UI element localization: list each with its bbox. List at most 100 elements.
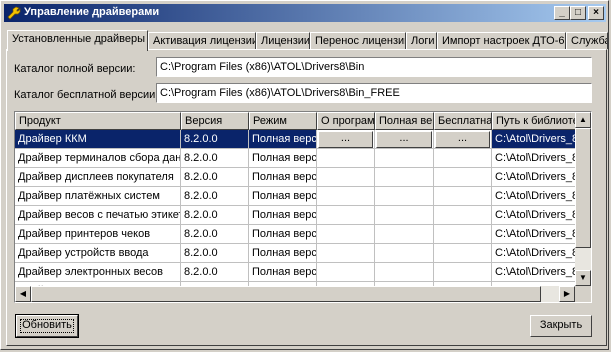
tab-service[interactable]: Служба: [566, 32, 608, 49]
about-cell: [317, 149, 375, 168]
full-catalog-input[interactable]: [156, 57, 592, 77]
free-version-cell: [434, 263, 492, 282]
about-cell: [317, 244, 375, 263]
about-cell: [317, 225, 375, 244]
cell-library-path[interactable]: C:\Atol\Drivers_8\: [492, 225, 582, 244]
column-header-about[interactable]: О программе: [317, 112, 375, 130]
full-catalog-label: Каталог полной версии:: [14, 63, 136, 75]
about-cell: [317, 187, 375, 206]
table-row[interactable]: Драйвер терминалов сбора данных8.2.0.0По…: [15, 149, 582, 168]
cell-product[interactable]: Драйвер терминалов сбора данных: [15, 149, 181, 168]
vertical-scroll-thumb[interactable]: [575, 128, 591, 248]
full-version-cell: ...: [375, 130, 434, 149]
cell-library-path[interactable]: C:\Atol\Drivers_8\: [492, 149, 582, 168]
maximize-button[interactable]: □: [570, 6, 586, 20]
cell-product[interactable]: Драйвер устройств ввода: [15, 244, 181, 263]
cell-product[interactable]: Драйвер дисплеев покупателя: [15, 168, 181, 187]
tab-import-dto6[interactable]: Импорт настроек ДТО-6: [437, 32, 566, 49]
scroll-left-button[interactable]: ◀: [15, 286, 31, 302]
cell-product[interactable]: Драйвер ККМ: [15, 130, 181, 149]
tab-licenses[interactable]: Лицензии: [256, 32, 310, 49]
column-header-product[interactable]: Продукт: [15, 112, 181, 130]
free-catalog-input[interactable]: [156, 83, 592, 103]
column-header-free[interactable]: Бесплатная: [434, 112, 492, 130]
cell-version[interactable]: 8.2.0.0: [181, 149, 249, 168]
tab-license-transfer[interactable]: Перенос лицензии: [310, 32, 406, 49]
cell-mode[interactable]: Полная версия: [249, 225, 317, 244]
horizontal-scrollbar[interactable]: ◀ ▶: [15, 286, 575, 302]
close-window-button[interactable]: ×: [588, 6, 604, 20]
cell-mode[interactable]: Полная версия: [249, 168, 317, 187]
cell-product[interactable]: Драйвер принтеров чеков: [15, 225, 181, 244]
close-button[interactable]: Закрыть: [530, 315, 592, 337]
driver-manager-window: Управление драйверами _ □ × Установленны…: [0, 0, 609, 350]
cell-library-path[interactable]: C:\Atol\Drivers_8\: [492, 168, 582, 187]
focus-rect: [20, 319, 74, 333]
full-version-cell: [375, 149, 434, 168]
horizontal-scroll-thumb[interactable]: [31, 286, 541, 302]
table-row[interactable]: Драйвер принтеров чеков 8.2.0.0 Полная вер…: [15, 225, 582, 244]
vertical-scrollbar[interactable]: ▲ ▼: [575, 112, 591, 286]
free-version-button[interactable]: ...: [435, 131, 490, 148]
column-header-version[interactable]: Версия: [181, 112, 249, 130]
full-version-button[interactable]: ...: [376, 131, 432, 148]
cell-product[interactable]: Драйвер платёжных систем: [15, 187, 181, 206]
full-version-cell: [375, 187, 434, 206]
free-version-cell: [434, 244, 492, 263]
cell-version[interactable]: 8.2.0.0: [181, 187, 249, 206]
full-version-cell: [375, 206, 434, 225]
cell-mode[interactable]: Полная версия: [249, 244, 317, 263]
about-button[interactable]: ...: [318, 131, 373, 148]
full-version-cell: [375, 168, 434, 187]
table-row[interactable]: Драйвер дисплеев покупателя 8.2.0.0 Полная…: [15, 168, 582, 187]
cell-library-path[interactable]: C:\Atol\Drivers_8\: [492, 206, 582, 225]
cell-version[interactable]: 8.2.0.0: [181, 168, 249, 187]
cell-library-path[interactable]: C:\Atol\Drivers_8\: [492, 244, 582, 263]
scroll-up-button[interactable]: ▲: [575, 112, 591, 128]
column-header-library-path[interactable]: Путь к библиотеке: [492, 112, 582, 130]
about-cell: [317, 206, 375, 225]
tab-license-activation[interactable]: Активация лицензии: [148, 32, 256, 49]
wrench-icon: [7, 6, 21, 20]
cell-version[interactable]: 8.2.0.0: [181, 244, 249, 263]
cell-product[interactable]: Драйвер электронных весов: [15, 263, 181, 282]
refresh-button[interactable]: Обновить: [15, 314, 79, 338]
cell-library-path[interactable]: C:\Atol\Drivers_8\: [492, 130, 582, 149]
title-bar[interactable]: Управление драйверами _ □ ×: [4, 4, 606, 22]
full-version-cell: [375, 263, 434, 282]
free-catalog-label: Каталог бесплатной версии:: [14, 89, 159, 101]
cell-version[interactable]: 8.2.0.0: [181, 263, 249, 282]
table-row[interactable]: Драйвер электронных весов 8.2.0.0 Полная в…: [15, 263, 582, 282]
cell-product[interactable]: Драйвер весов с печатью этикеток: [15, 206, 181, 225]
cell-library-path[interactable]: C:\Atol\Drivers_8\: [492, 263, 582, 282]
full-version-cell: [375, 225, 434, 244]
cell-mode[interactable]: Полная версия: [249, 263, 317, 282]
tab-installed-drivers[interactable]: Установленные драйверы: [7, 30, 148, 51]
table-row[interactable]: Драйвер весов с печатью этикеток 8.2.0.0 П…: [15, 206, 582, 225]
cell-library-path[interactable]: C:\Atol\Drivers_8\: [492, 187, 582, 206]
drivers-grid[interactable]: Продукт Версия Режим О программе Полная …: [14, 111, 592, 303]
free-version-cell: [434, 206, 492, 225]
cell-mode[interactable]: Полная версия: [249, 130, 317, 149]
table-row[interactable]: Драйвер ККМ8.2.0.0Полная версия.........…: [15, 130, 582, 149]
scroll-down-button[interactable]: ▼: [575, 270, 591, 286]
scroll-right-button[interactable]: ▶: [559, 286, 575, 302]
column-header-mode[interactable]: Режим: [249, 112, 317, 130]
cell-mode[interactable]: Полная версия: [249, 187, 317, 206]
table-row[interactable]: Драйвер устройств ввода 8.2.0.0 Полная вер…: [15, 244, 582, 263]
full-version-cell: [375, 244, 434, 263]
column-header-full-version[interactable]: Полная версия: [375, 112, 434, 130]
cell-version[interactable]: 8.2.0.0: [181, 225, 249, 244]
cell-version[interactable]: 8.2.0.0: [181, 206, 249, 225]
window-title: Управление драйверами: [24, 6, 160, 18]
cell-version[interactable]: 8.2.0.0: [181, 130, 249, 149]
cell-mode[interactable]: Полная версия: [249, 149, 317, 168]
tab-logs[interactable]: Логи: [406, 32, 437, 49]
cell-mode[interactable]: Полная версия: [249, 206, 317, 225]
free-version-cell: [434, 225, 492, 244]
scrollbar-corner: [575, 286, 591, 302]
about-cell: [317, 168, 375, 187]
about-cell: [317, 263, 375, 282]
table-row[interactable]: Драйвер платёжных систем 8.2.0.0 Полная ве…: [15, 187, 582, 206]
minimize-button[interactable]: _: [554, 6, 570, 20]
